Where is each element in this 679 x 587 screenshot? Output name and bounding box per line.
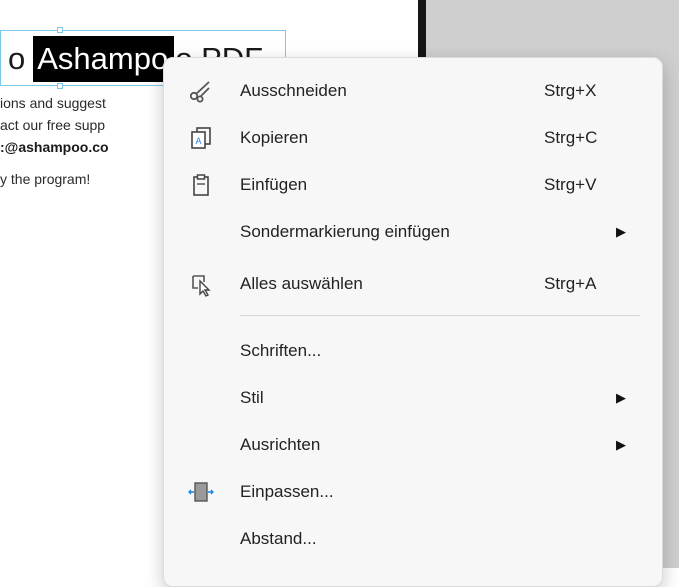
resize-handle-bottom[interactable] [57, 83, 63, 89]
menu-item-label: Ausschneiden [240, 81, 347, 100]
menu-item-label: Abstand... [240, 529, 317, 548]
menu-item-shortcut: Strg+X [544, 81, 597, 100]
scissors-icon [184, 74, 218, 108]
fit-frame-icon [184, 475, 218, 509]
menu-item-label: Alles auswählen [240, 274, 363, 293]
document-email-line: :@ashampoo.co [0, 139, 109, 155]
menu-item-shortcut: Strg+A [544, 274, 597, 293]
menu-separator [240, 315, 640, 316]
resize-handle-top[interactable] [57, 27, 63, 33]
document-text-line: y the program! [0, 171, 91, 187]
paste-icon [184, 168, 218, 202]
selected-text[interactable]: Ashampo [33, 36, 175, 82]
menu-item-spacing[interactable]: Abstand... [164, 516, 662, 562]
menu-item-align[interactable]: Ausrichten ▶ [164, 422, 662, 468]
menu-item-label: Einpassen... [240, 482, 334, 501]
context-menu: Ausschneiden Strg+X A Kopieren Strg+C Ei… [163, 57, 663, 587]
submenu-arrow-icon: ▶ [616, 390, 626, 405]
menu-item-paste[interactable]: Einfügen Strg+V [164, 162, 662, 208]
menu-item-label: Einfügen [240, 175, 308, 194]
menu-item-style[interactable]: Stil ▶ [164, 375, 662, 421]
menu-item-label: Stil [240, 388, 264, 407]
menu-item-fonts[interactable]: Schriften... [164, 328, 662, 374]
document-text-line: ions and suggest [0, 95, 106, 111]
menu-item-label: Sondermarkierung einfügen [240, 222, 450, 241]
title-prefix: o [8, 41, 26, 76]
menu-item-shortcut: Strg+V [544, 175, 597, 194]
menu-item-fit[interactable]: Einpassen... [164, 469, 662, 515]
menu-item-label: Schriften... [240, 341, 322, 360]
menu-item-cut[interactable]: Ausschneiden Strg+X [164, 68, 662, 114]
menu-item-insert-special-marking[interactable]: Sondermarkierung einfügen ▶ [164, 209, 662, 255]
svg-text:A: A [195, 136, 201, 146]
document-text-line: act our free supp [0, 117, 106, 133]
submenu-arrow-icon: ▶ [616, 437, 626, 452]
menu-item-copy[interactable]: A Kopieren Strg+C [164, 115, 662, 161]
select-all-icon [184, 267, 218, 301]
submenu-arrow-icon: ▶ [616, 224, 626, 239]
copy-icon: A [184, 121, 218, 155]
menu-item-shortcut: Strg+C [544, 128, 598, 147]
menu-item-label: Kopieren [240, 128, 309, 147]
menu-item-label: Ausrichten [240, 435, 321, 454]
menu-item-select-all[interactable]: Alles auswählen Strg+A [164, 261, 662, 307]
